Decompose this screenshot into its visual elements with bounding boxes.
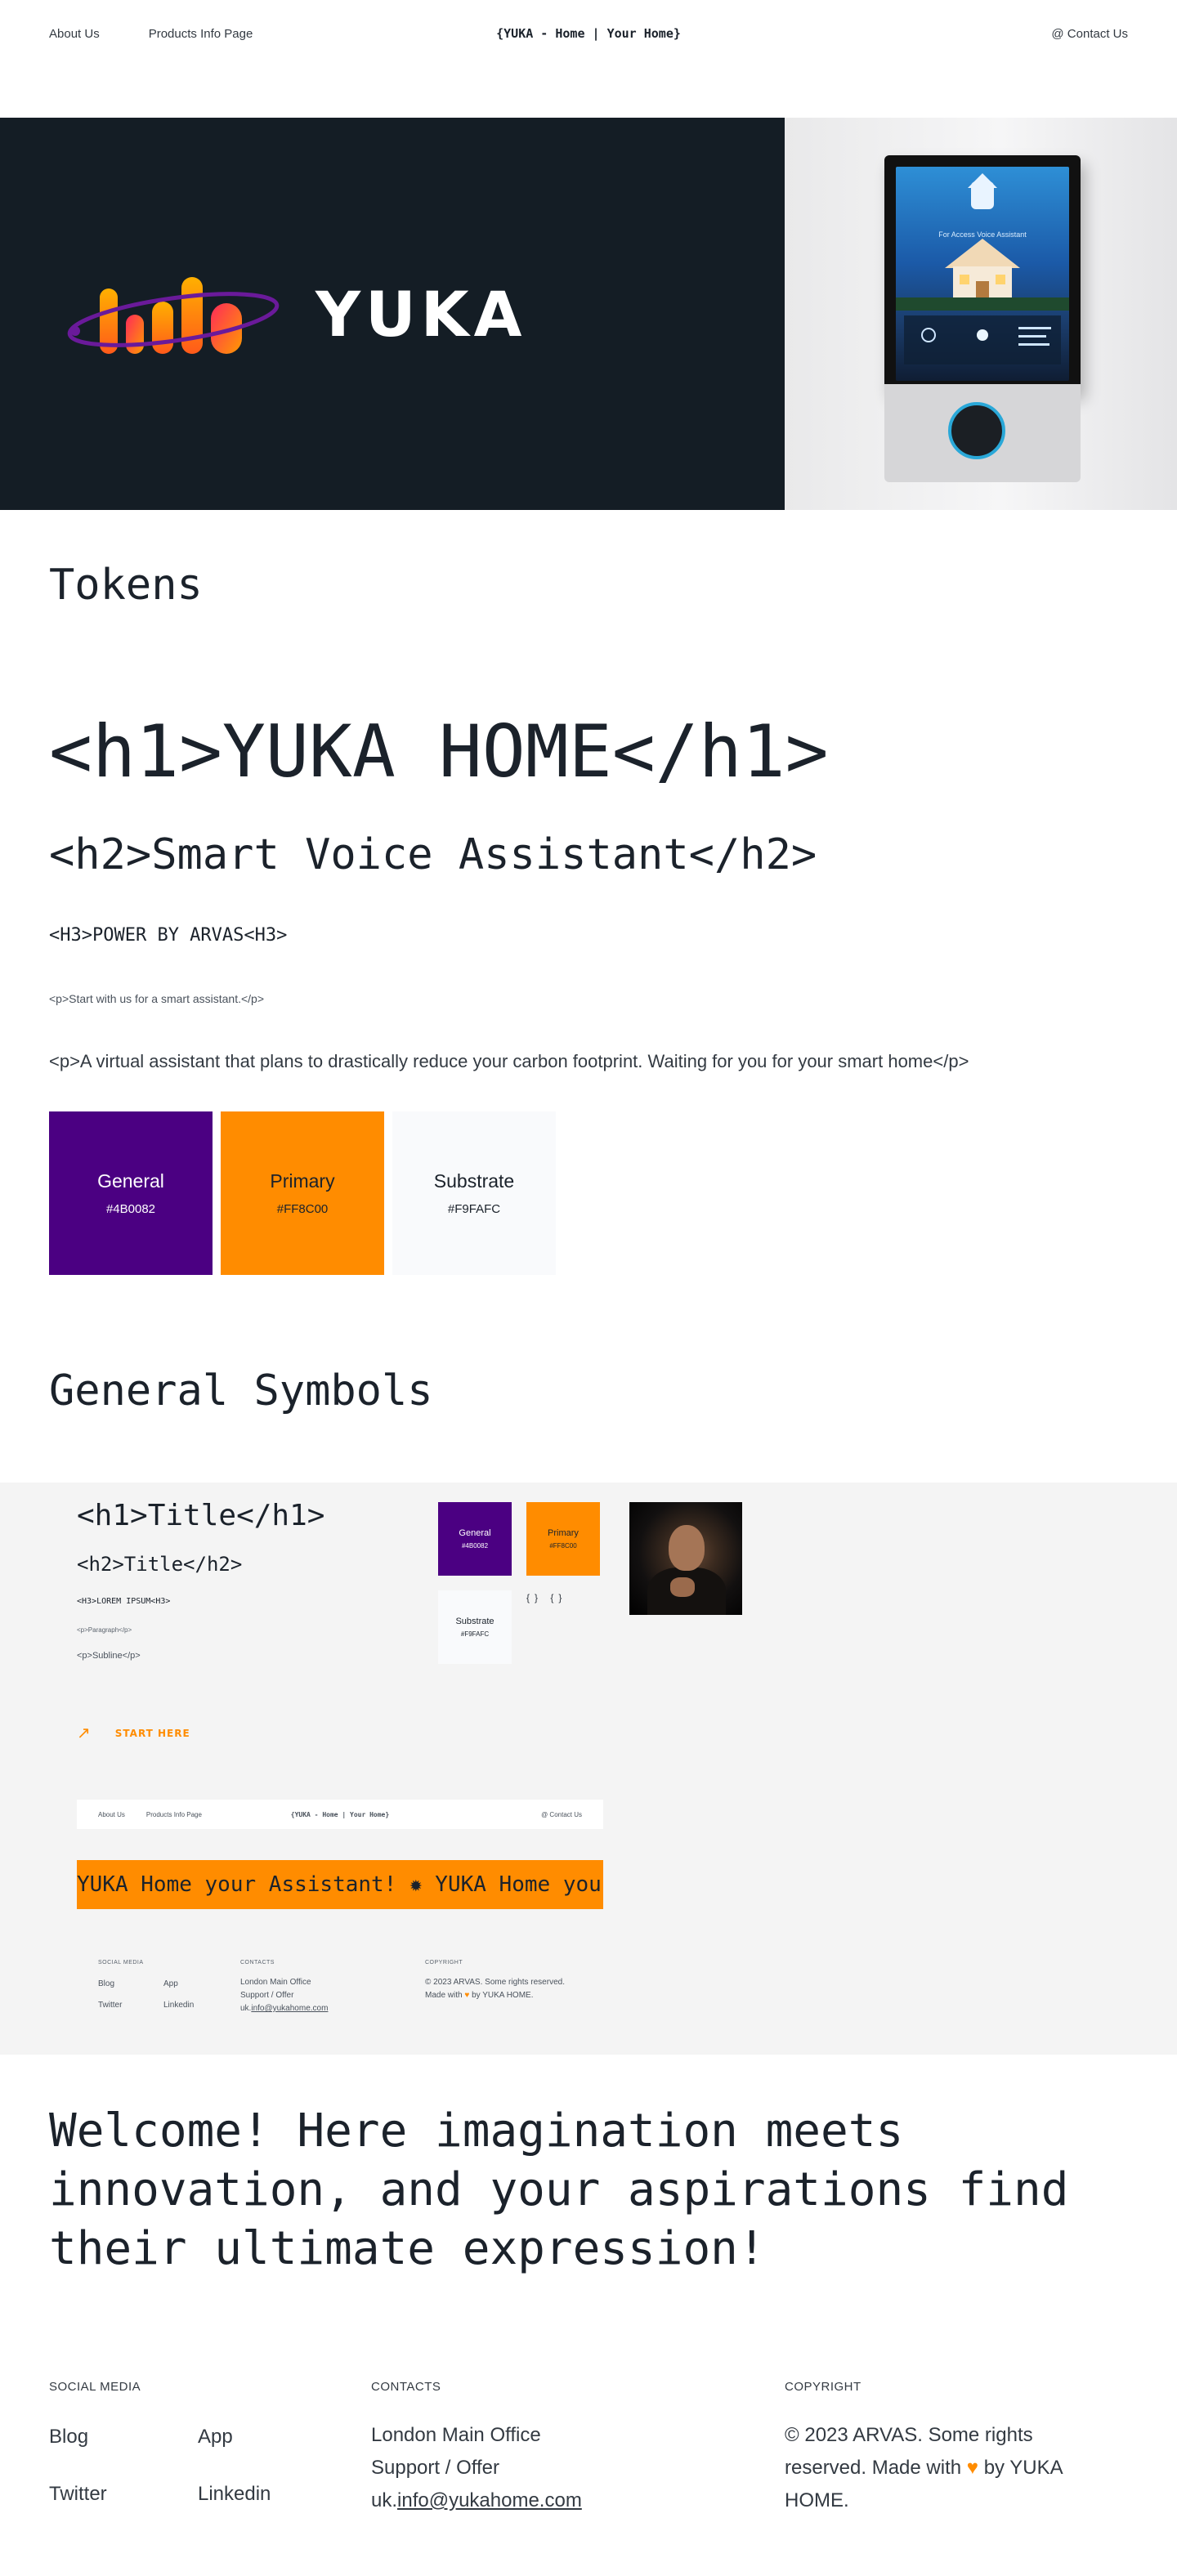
swatch-general-hex: #4B0082	[105, 1202, 156, 1216]
mini-nav-preview: About Us Products Info Page {YUKA - Home…	[77, 1800, 603, 1829]
mini-footer-app[interactable]: App	[163, 1979, 178, 1988]
mini-swatch-substrate-name: Substrate	[455, 1617, 495, 1626]
mini-footer-email-prefix: uk.	[240, 2004, 252, 2013]
footer-linkedin-link[interactable]: Linkedin	[198, 2483, 271, 2506]
smart-device: For Access Voice Assistant	[884, 155, 1081, 482]
mini-footer-linkedin[interactable]: Linkedin	[163, 2001, 194, 2010]
page: About Us Products Info Page {YUKA - Home…	[0, 0, 1177, 2576]
symbols-heading: General Symbols	[49, 1366, 433, 1415]
mini-footer-contacts-heading: CONTACTS	[240, 1960, 275, 1966]
heart-icon: ♥	[464, 1991, 470, 2000]
footer-email-link[interactable]: info@yukahome.com	[397, 2489, 582, 2511]
footer-email-prefix: uk.	[371, 2489, 398, 2511]
mini-footer-copyright: © 2023 ARVAS. Some rights reserved. Made…	[425, 1976, 572, 2002]
portrait-image	[629, 1502, 742, 1615]
footer-email-line: uk.info@yukahome.com	[371, 2484, 582, 2517]
mini-swatch-primary-hex: #FF8C00	[549, 1542, 577, 1550]
device-knob-icon[interactable]	[948, 402, 1005, 459]
mini-footer-support: Support / Offer	[240, 1991, 294, 2000]
mini-swatch-primary: Primary #FF8C00	[526, 1502, 600, 1576]
mini-footer-email-link[interactable]: info@yukahome.com	[251, 2004, 328, 2013]
footer-copyright-heading: COPYRIGHT	[785, 2380, 861, 2394]
symbol-h1: <h1>Title</h1>	[77, 1499, 325, 1532]
footer-office: London Main Office	[371, 2424, 541, 2446]
mini-footer-social-heading: SOCIAL MEDIA	[98, 1960, 144, 1966]
mini-footer-office: London Main Office	[240, 1978, 311, 1987]
symbol-subline: <p>Subline</p>	[77, 1651, 141, 1661]
device-base	[884, 384, 1081, 482]
hero-logo-word: YUKA	[316, 277, 527, 351]
symbol-h3: <H3>LOREM IPSUM<H3>	[77, 1597, 171, 1606]
swatch-general-name: General	[97, 1170, 164, 1192]
mini-footer-contacts: London Main Office Support / Offer uk.in…	[240, 1976, 328, 2015]
hero: YUKA For Access Voice Assistant	[0, 118, 1177, 510]
footer-contacts: London Main Office Support / Offer uk.in…	[371, 2419, 582, 2517]
mini-swatch-general-hex: #4B0082	[461, 1542, 489, 1550]
swatch-substrate-hex: #F9FAFC	[447, 1202, 501, 1216]
mini-footer-email-line: uk.info@yukahome.com	[240, 2002, 328, 2015]
token-h3-sample: <H3>POWER BY ARVAS<H3>	[49, 925, 288, 946]
marquee-text: YUKA Home your Assistant! ✹ YUKA Home yo…	[77, 1872, 603, 1897]
braces-icon: {} {}	[526, 1592, 567, 1603]
token-p-small-sample: <p>Start with us for a smart assistant.<…	[49, 992, 265, 1005]
swatch-primary-hex: #FF8C00	[276, 1202, 329, 1216]
mini-swatch-substrate-hex: #F9FAFC	[460, 1630, 490, 1638]
mini-swatch-general-name: General	[459, 1528, 491, 1538]
token-p-large-sample: <p>A virtual assistant that plans to dra…	[49, 1051, 969, 1071]
mini-swatch-general: General #4B0082	[438, 1502, 512, 1576]
portrait-face	[669, 1525, 705, 1571]
portrait-hand	[670, 1577, 695, 1597]
mini-swatch-primary-name: Primary	[548, 1528, 579, 1538]
yuka-logo-mark-icon	[67, 277, 280, 354]
swatch-substrate-name: Substrate	[433, 1170, 515, 1192]
footer-contacts-heading: CONTACTS	[371, 2380, 441, 2394]
token-h1-sample: <h1>YUKA HOME</h1>	[49, 709, 829, 794]
mini-footer-copyright-b: by YUKA HOME.	[472, 1991, 534, 2000]
footer: SOCIAL MEDIA CONTACTS COPYRIGHT Blog App…	[0, 2380, 1177, 2576]
device-screen: For Access Voice Assistant	[884, 155, 1081, 392]
swatch-primary: Primary #FF8C00	[221, 1111, 384, 1275]
nav-about-link[interactable]: About Us	[49, 27, 100, 41]
hero-product-image: For Access Voice Assistant	[785, 118, 1177, 510]
mini-footer-preview: SOCIAL MEDIA CONTACTS COPYRIGHT Blog App…	[98, 1960, 588, 2042]
color-swatches: General #4B0082 Primary #FF8C00 Substrat…	[49, 1111, 556, 1275]
start-here-button[interactable]: ↗ START HERE	[77, 1723, 190, 1743]
swatch-primary-name: Primary	[270, 1170, 335, 1192]
token-h2-sample: <h2>Smart Voice Assistant</h2>	[49, 830, 817, 879]
nav-contact-link[interactable]: @ Contact Us	[1051, 27, 1128, 41]
mini-footer-copyright-heading: COPYRIGHT	[425, 1960, 463, 1966]
heart-icon: ♥	[966, 2457, 979, 2479]
device-screen-display: For Access Voice Assistant	[896, 167, 1069, 381]
footer-support: Support / Offer	[371, 2457, 499, 2479]
footer-blog-link[interactable]: Blog	[49, 2426, 88, 2449]
mini-footer-twitter[interactable]: Twitter	[98, 2001, 122, 2010]
hero-logo-panel: YUKA	[0, 118, 785, 510]
swatch-general: General #4B0082	[49, 1111, 213, 1275]
tokens-heading: Tokens	[49, 561, 203, 610]
mini-nav-brand: {YUKA - Home | Your Home}	[290, 1810, 390, 1818]
symbol-paragraph: <p>Paragraph</p>	[77, 1626, 132, 1634]
marquee-banner: YUKA Home your Assistant! ✹ YUKA Home yo…	[77, 1860, 603, 1909]
brand-title[interactable]: {YUKA - Home | Your Home}	[496, 26, 681, 41]
symbols-panel: <h1>Title</h1> <h2>Title</h2> <H3>LOREM …	[0, 1483, 1177, 2055]
swatch-substrate: Substrate #F9FAFC	[392, 1111, 556, 1275]
symbol-h2: <h2>Title</h2>	[77, 1553, 243, 1576]
footer-twitter-link[interactable]: Twitter	[49, 2483, 107, 2506]
footer-app-link[interactable]: App	[198, 2426, 233, 2449]
top-nav: About Us Products Info Page {YUKA - Home…	[0, 0, 1177, 67]
mini-footer-blog[interactable]: Blog	[98, 1979, 114, 1988]
mini-swatch-substrate: Substrate #F9FAFC	[438, 1590, 512, 1664]
footer-social-heading: SOCIAL MEDIA	[49, 2380, 141, 2394]
nav-products-link[interactable]: Products Info Page	[149, 27, 253, 41]
arrow-up-right-icon: ↗	[77, 1724, 91, 1742]
start-here-label: START HERE	[114, 1727, 190, 1739]
home-icon	[896, 173, 1069, 364]
footer-copyright: © 2023 ARVAS. Some rights reserved. Made…	[785, 2419, 1112, 2517]
device-caption: For Access Voice Assistant	[938, 230, 1027, 239]
welcome-text: Welcome! Here imagination meets innovati…	[49, 2104, 1069, 2275]
